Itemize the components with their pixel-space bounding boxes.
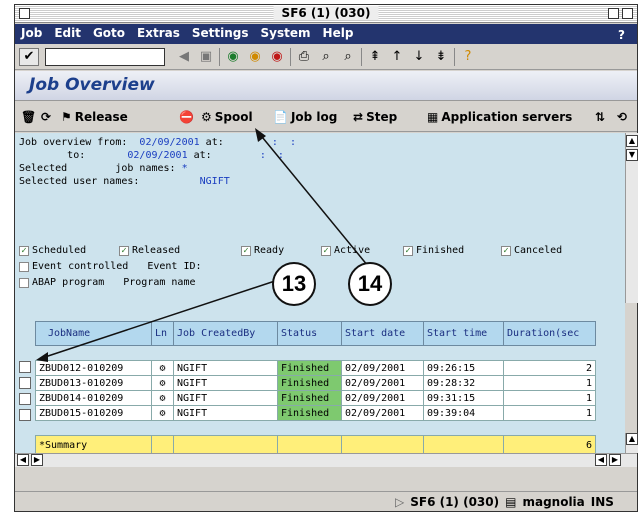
callout-13: 13: [272, 262, 316, 306]
arrow-14: [257, 131, 369, 267]
arrow-13: [41, 275, 291, 359]
callout-14: 14: [348, 262, 392, 306]
arrow-13-head: [36, 352, 48, 362]
callout-arrows: [36, 128, 369, 362]
